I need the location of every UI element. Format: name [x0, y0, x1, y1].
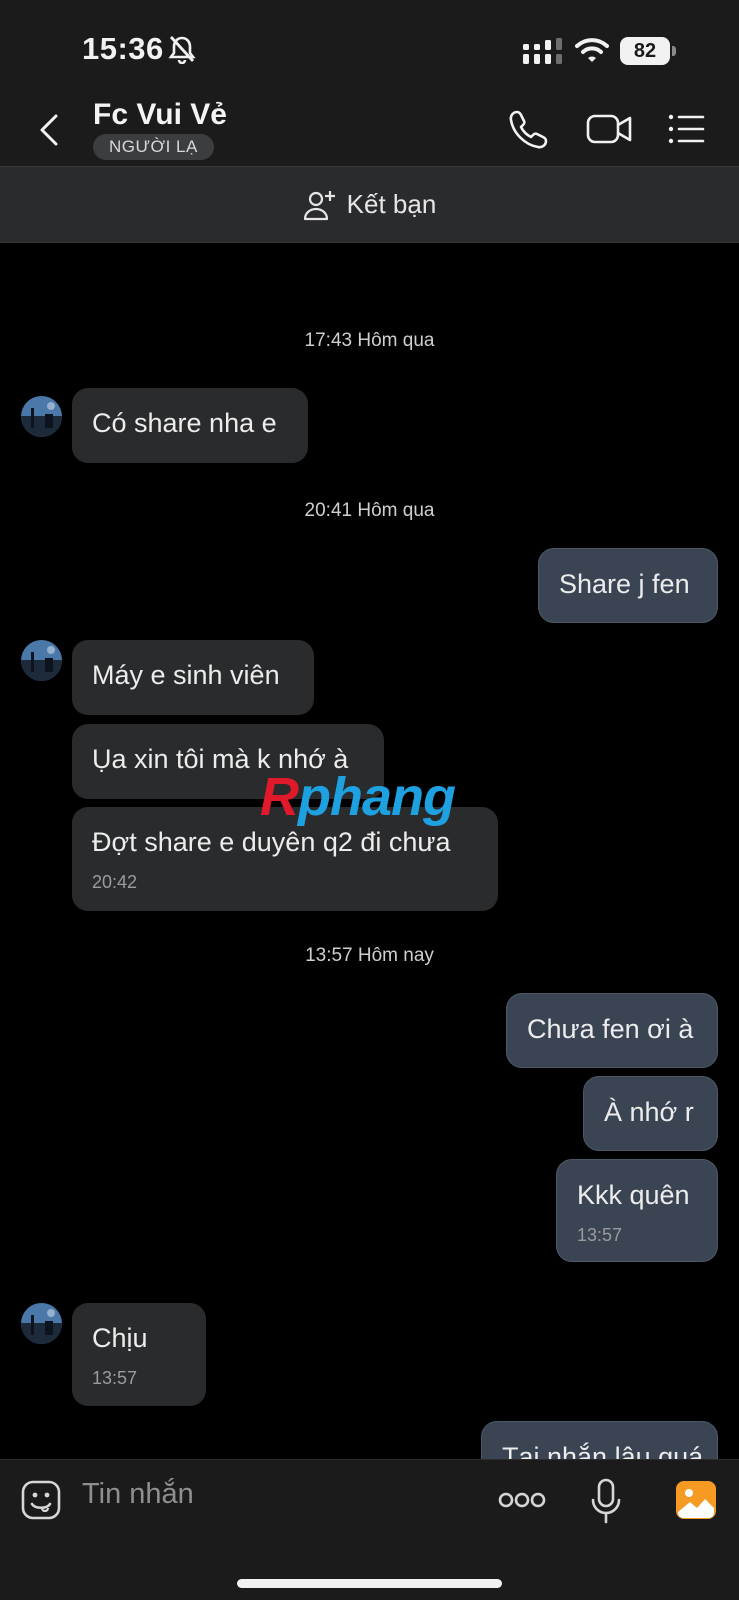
avatar[interactable] — [21, 640, 62, 681]
message-text: Máy e sinh viên — [92, 660, 280, 690]
battery-nub — [672, 46, 676, 56]
contact-name[interactable]: Fc Vui Vẻ — [93, 98, 227, 132]
message-text: Kkk quên — [577, 1180, 690, 1210]
battery-level: 82 — [620, 37, 670, 65]
menu-list-icon[interactable] — [667, 108, 709, 150]
phone-call-icon[interactable] — [508, 108, 550, 150]
message-bubble[interactable]: Kkk quên 13:57 — [556, 1159, 718, 1262]
watermark-part-1: R — [260, 767, 299, 827]
timestamp-divider: 20:41 Hôm qua — [304, 500, 435, 521]
timestamp-divider: 13:57 Hôm nay — [305, 945, 434, 966]
add-friend-button[interactable]: Kết bạn — [0, 166, 739, 243]
back-arrow-icon[interactable] — [36, 112, 62, 148]
chat-header: Fc Vui Vẻ NGƯỜI LẠ — [0, 88, 739, 166]
bell-muted-icon — [168, 36, 196, 64]
watermark-part-2: phang — [298, 767, 456, 827]
avatar-image-icon — [21, 1303, 62, 1344]
avatar[interactable] — [21, 396, 62, 437]
message-bubble[interactable]: Chịu 13:57 — [72, 1303, 206, 1406]
message-composer — [0, 1459, 739, 1600]
avatar-image-icon — [21, 396, 62, 437]
message-time: 13:57 — [92, 1368, 138, 1388]
more-options-icon[interactable] — [498, 1488, 546, 1512]
battery-indicator: 82 — [620, 37, 676, 65]
message-input[interactable] — [82, 1478, 382, 1511]
timestamp-divider: 17:43 Hôm qua — [304, 330, 435, 351]
message-bubble[interactable]: Share j fen — [538, 548, 718, 623]
cellular-signal-icon — [523, 38, 562, 64]
video-call-icon[interactable] — [586, 108, 632, 150]
message-list[interactable]: 17:43 Hôm qua Có share nha e 20:41 Hôm q… — [0, 243, 739, 1459]
message-text: Có share nha e — [92, 408, 277, 438]
top-bar: 15:36 82 Fc Vui Vẻ NGƯỜI LẠ — [0, 0, 739, 166]
message-text: À nhớ r — [604, 1097, 694, 1127]
message-bubble[interactable]: Tại nhắn lâu quá — [481, 1421, 718, 1459]
message-bubble[interactable]: Chưa fen ơi à — [506, 993, 718, 1068]
sticker-icon[interactable] — [21, 1480, 61, 1520]
message-text: Chịu — [92, 1323, 148, 1353]
avatar[interactable] — [21, 1303, 62, 1344]
stranger-badge: NGƯỜI LẠ — [93, 134, 214, 160]
status-bar: 15:36 82 — [0, 0, 739, 88]
avatar-image-icon — [21, 640, 62, 681]
message-bubble[interactable]: Có share nha e — [72, 388, 308, 463]
message-bubble[interactable]: Máy e sinh viên — [72, 640, 314, 715]
message-time: 20:42 — [92, 872, 138, 892]
home-indicator[interactable] — [237, 1579, 502, 1588]
message-bubble[interactable]: À nhớ r — [583, 1076, 718, 1151]
wifi-icon — [575, 38, 609, 62]
add-friend-label: Kết bạn — [346, 189, 437, 219]
status-time: 15:36 — [82, 31, 164, 66]
microphone-icon[interactable] — [590, 1478, 622, 1524]
message-text: Tại nhắn lâu quá — [502, 1442, 704, 1459]
photo-gallery-icon[interactable] — [675, 1480, 717, 1520]
message-text: Chưa fen ơi à — [527, 1014, 694, 1044]
watermark-logo: Rphang — [260, 766, 456, 828]
message-time: 13:57 — [577, 1225, 623, 1245]
message-text: Share j fen — [559, 569, 690, 599]
add-user-icon — [303, 190, 335, 220]
